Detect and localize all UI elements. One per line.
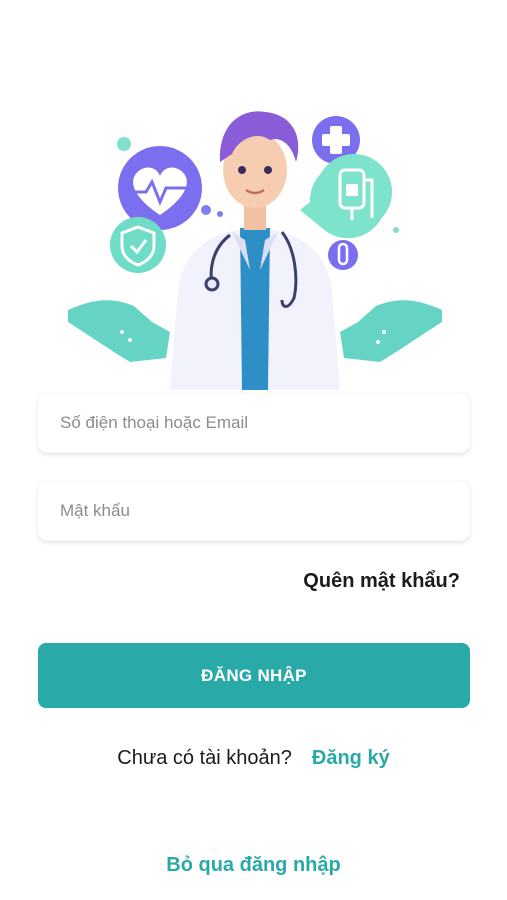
password-field[interactable]: [38, 481, 470, 541]
signup-link[interactable]: Đăng ký: [312, 747, 390, 769]
login-button[interactable]: ĐĂNG NHẬP: [38, 643, 470, 708]
username-field[interactable]: [38, 393, 470, 453]
skip-login-link[interactable]: Bỏ qua đăng nhập: [0, 854, 507, 877]
doctor-illustration: [68, 111, 442, 390]
heart-pulse-icon: [118, 146, 202, 230]
test-tube-icon: [328, 240, 358, 270]
signup-row: Chưa có tài khoản? Đăng ký: [0, 747, 507, 770]
password-input[interactable]: [38, 481, 470, 541]
forgot-password-link[interactable]: Quên mật khẩu?: [303, 570, 460, 593]
no-account-text: Chưa có tài khoản?: [117, 747, 292, 769]
shield-check-icon: [110, 217, 166, 273]
iv-bag-icon: [300, 154, 392, 239]
username-input[interactable]: [38, 393, 470, 453]
